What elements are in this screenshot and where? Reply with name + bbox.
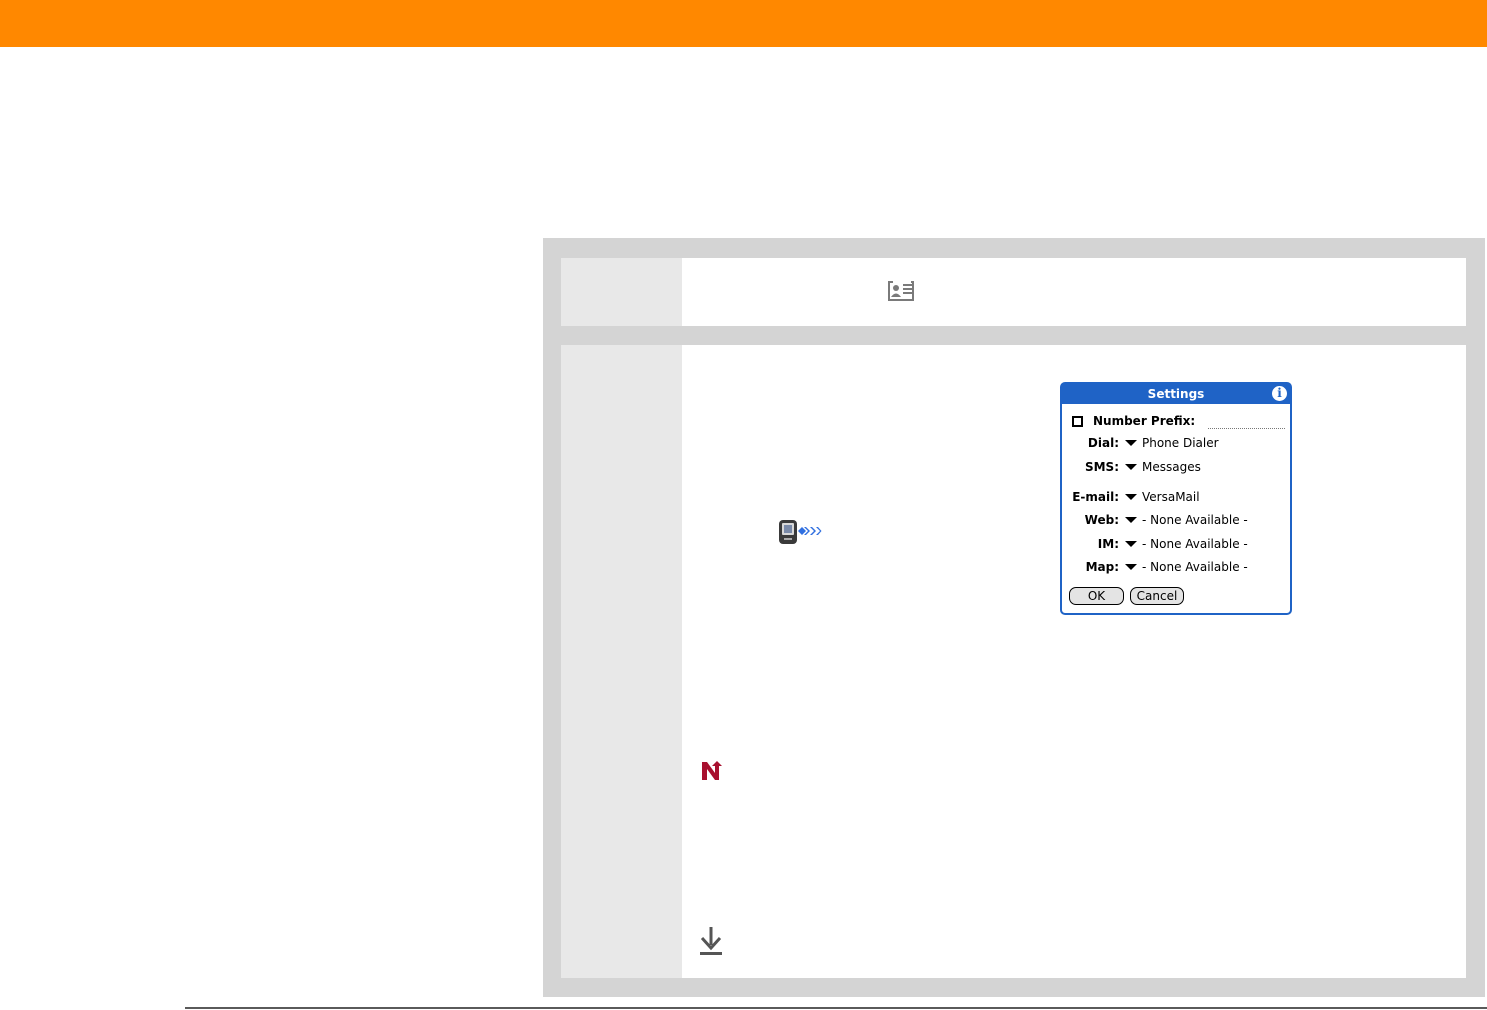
info-icon[interactable]: i: [1272, 386, 1287, 401]
setting-label: SMS:: [1084, 460, 1119, 474]
dropdown-triangle-icon[interactable]: [1125, 517, 1137, 523]
header-bar: [0, 0, 1487, 47]
footer-rule: [185, 1007, 1487, 1009]
setting-label: Dial:: [1087, 436, 1119, 450]
setting-label: IM:: [1097, 537, 1119, 551]
dropdown-triangle-icon[interactable]: [1125, 564, 1137, 570]
step-number-cell-1: [561, 258, 682, 326]
setting-row-email[interactable]: E-mail: VersaMail: [1062, 489, 1290, 505]
number-prefix-checkbox[interactable]: [1072, 416, 1083, 427]
step-number-cell-2: [561, 345, 682, 978]
setting-row-dial[interactable]: Dial: Phone Dialer: [1062, 435, 1290, 451]
contacts-icon: [888, 281, 914, 301]
dropdown-triangle-icon[interactable]: [1125, 541, 1137, 547]
step-row-2: [561, 345, 1466, 978]
cancel-button[interactable]: Cancel: [1130, 587, 1184, 605]
setting-value[interactable]: Phone Dialer: [1142, 435, 1219, 451]
dropdown-triangle-icon[interactable]: [1125, 464, 1137, 470]
ok-button[interactable]: OK: [1069, 587, 1124, 605]
setting-value[interactable]: - None Available -: [1142, 559, 1248, 575]
setting-row-sms[interactable]: SMS: Messages: [1062, 459, 1290, 475]
dialog-title-bar: Settings i: [1062, 384, 1290, 404]
setting-row-map[interactable]: Map: - None Available -: [1062, 559, 1290, 575]
dropdown-triangle-icon[interactable]: [1125, 494, 1137, 500]
continue-arrow-icon: [700, 927, 722, 955]
number-prefix-label: Number Prefix:: [1093, 414, 1196, 428]
setting-label: Web:: [1084, 513, 1119, 527]
setting-label: Map:: [1085, 560, 1119, 574]
settings-dialog: Settings i Number Prefix: Dial: Phone Di…: [1060, 382, 1292, 615]
setting-row-im[interactable]: IM: - None Available -: [1062, 536, 1290, 552]
setting-value[interactable]: - None Available -: [1142, 536, 1248, 552]
dialog-title: Settings: [1147, 387, 1205, 401]
setting-value[interactable]: - None Available -: [1142, 512, 1248, 528]
palm-handheld-beam-icon: [779, 520, 822, 544]
number-prefix-field[interactable]: [1208, 428, 1285, 429]
dropdown-triangle-icon[interactable]: [1125, 440, 1137, 446]
setting-value[interactable]: Messages: [1142, 459, 1201, 475]
setting-row-web[interactable]: Web: - None Available -: [1062, 512, 1290, 528]
tip-icon: [702, 761, 722, 780]
setting-value[interactable]: VersaMail: [1142, 489, 1200, 505]
setting-label: E-mail:: [1072, 490, 1119, 504]
step-row-1: [561, 258, 1466, 326]
